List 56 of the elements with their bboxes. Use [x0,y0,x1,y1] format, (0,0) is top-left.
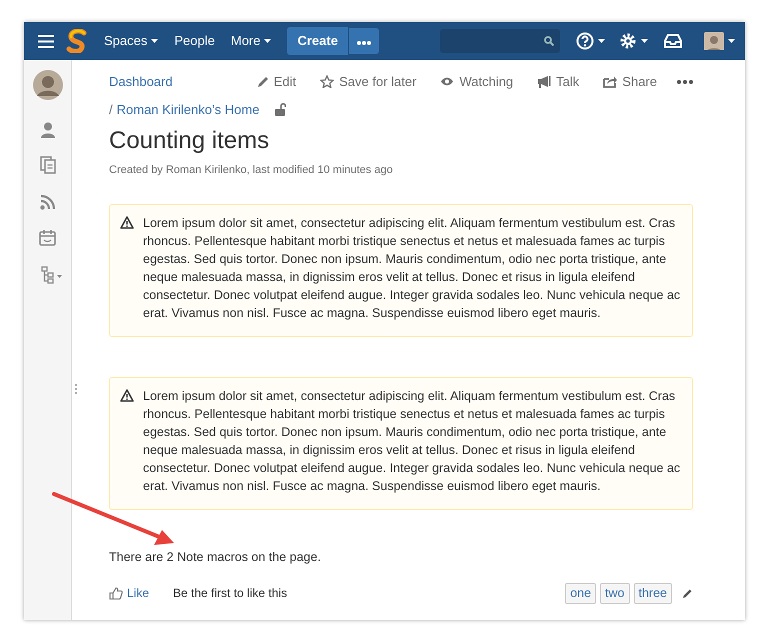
pencil-icon[interactable] [682,588,693,599]
inbox-button[interactable] [664,32,682,50]
page-action-link[interactable]: Share [603,72,657,92]
person-icon[interactable] [40,122,54,138]
create-button[interactable]: Create [287,27,348,55]
avatar-icon [704,32,724,50]
caret-icon [728,39,735,43]
like-button[interactable]: Like [109,584,150,602]
help-icon [576,32,594,50]
dots-handle-icon[interactable] [75,384,77,394]
avatar-button[interactable] [704,32,735,50]
warning-icon [120,389,134,402]
breadcrumb-link[interactable]: Dashboard [109,72,256,92]
note-text: Lorem ipsum dolor sit amet, consectetur adipiscing elit. Aliquam fermentum vestibulum est. Cras rhoncus. Pellentesque habitant morbi tristique senectus et netus et malesuada fames ac turpis egestas. Sed quis tortor. Donec non ipsum. Mauris condimentum, odio nec porta tristique, ante neque malesuada massa, in dignissim eros velit at tellus. Donec et risus in ligula eleifend consectetur. Donec volutpat eleifend augue. Integer gravida sodales leo. Nunc vehicula neque ac erat. Vivamus non nisl. Fusce ac magna. Suspendisse euismod libero eget mauris. [143,388,682,496]
label-tag[interactable]: one [565,583,596,604]
more-button[interactable] [348,28,379,54]
breadcrumb-link[interactable]: Roman Kirilenko’s Home [116,100,260,119]
avatar-icon[interactable] [32,70,62,100]
page-title: Counting items [109,127,270,156]
search-field[interactable] [440,29,560,53]
page-action-link[interactable]: Watching [440,72,514,92]
inbox-icon [664,32,682,50]
megaphone-icon [537,75,552,88]
note-text: Lorem ipsum dolor sit amet, consectetur adipiscing elit. Aliquam fermentum vestibulum est. Cras rhoncus. Pellentesque habitant morbi tristique senectus et netus et malesuada fames ac turpis egestas. Sed quis tortor. Donec non ipsum. Mauris condimentum, odio nec porta tristique, ante neque malesuada massa, in dignissim eros velit at tellus. Donec et risus in ligula eleifend consectetur. Donec volutpat eleifend augue. Integer gravida sodales leo. Nunc vehicula neque ac erat. Vivamus non nisl. Fusce ac magna. Suspendisse euismod libero eget mauris. [143,215,682,322]
share-icon [603,75,618,88]
nav-link[interactable]: More [222,27,280,55]
pages-icon[interactable] [40,156,56,174]
breadcrumb-separator: / [109,100,113,118]
page-action-link[interactable]: Talk [537,72,580,92]
search-icon [544,36,554,46]
logo-icon[interactable] [66,29,88,53]
star-icon [320,75,334,88]
label-tag[interactable]: three [634,583,672,604]
help-button[interactable] [576,32,605,50]
warning-icon [120,216,134,230]
feed-icon[interactable] [40,194,56,210]
page-action-link[interactable]: Edit [256,72,296,92]
menu-icon[interactable] [38,34,54,48]
pencil-icon [256,75,269,88]
like-status-text: Be the first to like this [173,585,288,602]
unlocked-padlock-icon[interactable] [275,102,286,116]
caret-icon [641,39,648,43]
label-tag[interactable]: two [600,583,630,604]
nav-link[interactable]: People [166,27,223,55]
thumbs-up-icon [109,586,123,600]
caret-icon [598,39,605,43]
dots-icon [356,40,371,45]
hierarchy-icon[interactable] [40,266,62,284]
page-byline: Created by Roman Kirilenko, last modified 10 minutes ago [109,162,394,178]
summary-text: There are 2 Note macros on the page. [109,549,322,566]
nav-link[interactable]: Spaces [96,27,166,55]
more-actions-icon[interactable] [677,80,693,84]
page-action-link[interactable]: Save for later [320,72,416,92]
settings-button[interactable] [619,32,648,50]
calendar-icon[interactable] [39,230,56,246]
settings-icon [619,32,637,50]
